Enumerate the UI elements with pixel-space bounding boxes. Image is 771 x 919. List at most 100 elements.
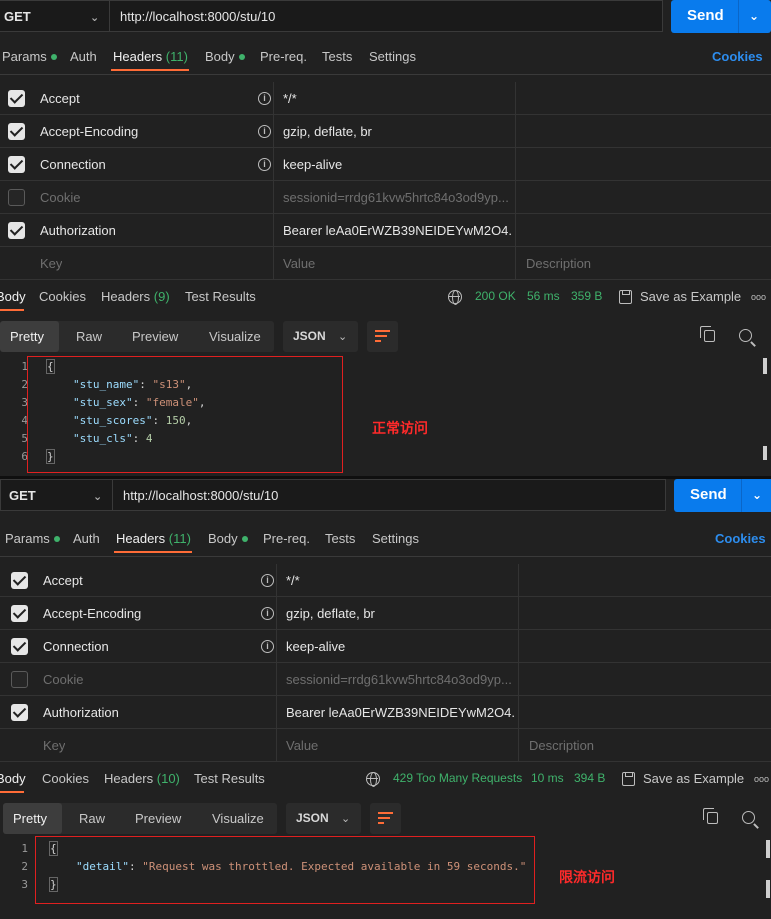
wrap-lines-icon[interactable] [367,321,398,352]
response-size[interactable]: 359 B [571,289,602,303]
info-icon[interactable]: i [261,574,274,587]
copy-icon[interactable] [700,326,715,342]
header-key[interactable]: Accept [40,91,80,106]
format-select[interactable]: JSON ⌄ [286,803,361,834]
scrollbar-thumb[interactable] [763,446,767,460]
header-key[interactable]: Cookie [40,190,80,205]
header-value[interactable]: keep-alive [286,639,345,654]
view-visualize[interactable]: Visualize [198,803,277,834]
globe-icon[interactable] [366,772,380,787]
view-preview[interactable]: Preview [115,321,195,352]
format-select[interactable]: JSON ⌄ [283,321,358,352]
info-icon[interactable]: i [258,125,271,138]
tab-params[interactable]: Params [5,531,60,546]
search-icon[interactable] [742,811,755,824]
tab-tests[interactable]: Tests [322,49,352,64]
value-placeholder[interactable]: Value [286,738,318,753]
key-placeholder[interactable]: Key [40,256,62,271]
header-key[interactable]: Connection [43,639,109,654]
globe-icon[interactable] [448,290,462,305]
status-code[interactable]: 200 OK [475,289,516,303]
row-checkbox[interactable] [11,605,28,622]
row-checkbox[interactable] [11,671,28,688]
response-tab-headers[interactable]: Headers (10) [104,771,180,786]
tab-prereq[interactable]: Pre-req. [263,531,310,546]
header-key[interactable]: Authorization [40,223,116,238]
response-size[interactable]: 394 B [574,771,605,785]
header-value[interactable]: keep-alive [283,157,342,172]
row-checkbox[interactable] [11,572,28,589]
view-raw[interactable]: Raw [62,803,118,834]
cookies-link[interactable]: Cookies [715,531,766,546]
key-placeholder[interactable]: Key [43,738,65,753]
view-pretty[interactable]: Pretty [3,803,62,834]
header-key[interactable]: Accept-Encoding [43,606,141,621]
view-raw[interactable]: Raw [59,321,115,352]
response-tab-test-results[interactable]: Test Results [194,771,265,786]
tab-auth[interactable]: Auth [70,49,97,64]
info-icon[interactable]: i [258,158,271,171]
tab-prereq[interactable]: Pre-req. [260,49,307,64]
tab-body[interactable]: Body [208,531,248,546]
tab-auth[interactable]: Auth [73,531,100,546]
response-tab-cookies[interactable]: Cookies [42,771,89,786]
url-input[interactable]: http://localhost:8000/stu/10 [109,0,663,32]
search-icon[interactable] [739,329,752,342]
row-checkbox[interactable] [8,189,25,206]
response-body-editor[interactable]: 1 2 3 4 5 6 { "stu_name": "s13", "stu_se… [0,356,771,475]
response-tab-body[interactable]: Body [0,289,26,304]
header-value[interactable]: Bearer leAa0ErWZB39NEIDEYwM2O4... [283,223,511,238]
info-icon[interactable]: i [261,640,274,653]
description-placeholder[interactable]: Description [529,738,594,753]
tab-headers[interactable]: Headers (11) [113,49,188,64]
save-as-example-button[interactable]: Save as Example [640,289,741,304]
row-checkbox[interactable] [11,704,28,721]
value-placeholder[interactable]: Value [283,256,315,271]
header-value[interactable]: gzip, deflate, br [283,124,372,139]
header-value[interactable]: */* [286,573,300,588]
header-key[interactable]: Cookie [43,672,83,687]
view-pretty[interactable]: Pretty [0,321,59,352]
header-value[interactable]: */* [283,91,297,106]
send-button[interactable]: Send ⌄ [674,479,771,512]
header-key[interactable]: Accept-Encoding [40,124,138,139]
send-button[interactable]: Send ⌄ [671,0,771,33]
save-as-example-button[interactable]: Save as Example [643,771,744,786]
tab-settings[interactable]: Settings [369,49,416,64]
tab-body[interactable]: Body [205,49,245,64]
header-key[interactable]: Connection [40,157,106,172]
scrollbar-thumb[interactable] [766,880,770,898]
view-preview[interactable]: Preview [118,803,198,834]
info-icon[interactable]: i [258,92,271,105]
method-select[interactable]: GET ⌄ [0,479,112,511]
description-placeholder[interactable]: Description [526,256,591,271]
info-icon[interactable]: i [261,607,274,620]
more-icon[interactable]: ooo [751,292,766,302]
scrollbar-thumb[interactable] [763,358,767,374]
tab-tests[interactable]: Tests [325,531,355,546]
response-body-editor[interactable]: 1 2 3 { "detail": "Request was throttled… [0,836,771,919]
cookies-link[interactable]: Cookies [712,49,763,64]
tab-headers[interactable]: Headers (11) [116,531,191,546]
response-time[interactable]: 56 ms [527,289,560,303]
chevron-down-icon[interactable]: ⌄ [749,9,759,23]
chevron-down-icon[interactable]: ⌄ [752,488,762,502]
header-value[interactable]: sessionid=rrdg61kvw5hrtc84o3od9yp... [286,672,514,687]
row-checkbox[interactable] [8,90,25,107]
method-select[interactable]: GET ⌄ [0,0,109,32]
header-value[interactable]: Bearer leAa0ErWZB39NEIDEYwM2O4... [286,705,514,720]
copy-icon[interactable] [703,808,718,824]
response-time[interactable]: 10 ms [531,771,564,785]
wrap-lines-icon[interactable] [370,803,401,834]
header-value[interactable]: gzip, deflate, br [286,606,375,621]
row-checkbox[interactable] [8,156,25,173]
status-code[interactable]: 429 Too Many Requests [393,771,522,785]
url-input[interactable]: http://localhost:8000/stu/10 [112,479,666,511]
row-checkbox[interactable] [8,123,25,140]
view-visualize[interactable]: Visualize [195,321,274,352]
header-value[interactable]: sessionid=rrdg61kvw5hrtc84o3od9yp... [283,190,511,205]
response-tab-cookies[interactable]: Cookies [39,289,86,304]
scrollbar-thumb[interactable] [766,840,770,858]
more-icon[interactable]: ooo [754,774,769,784]
response-tab-test-results[interactable]: Test Results [185,289,256,304]
